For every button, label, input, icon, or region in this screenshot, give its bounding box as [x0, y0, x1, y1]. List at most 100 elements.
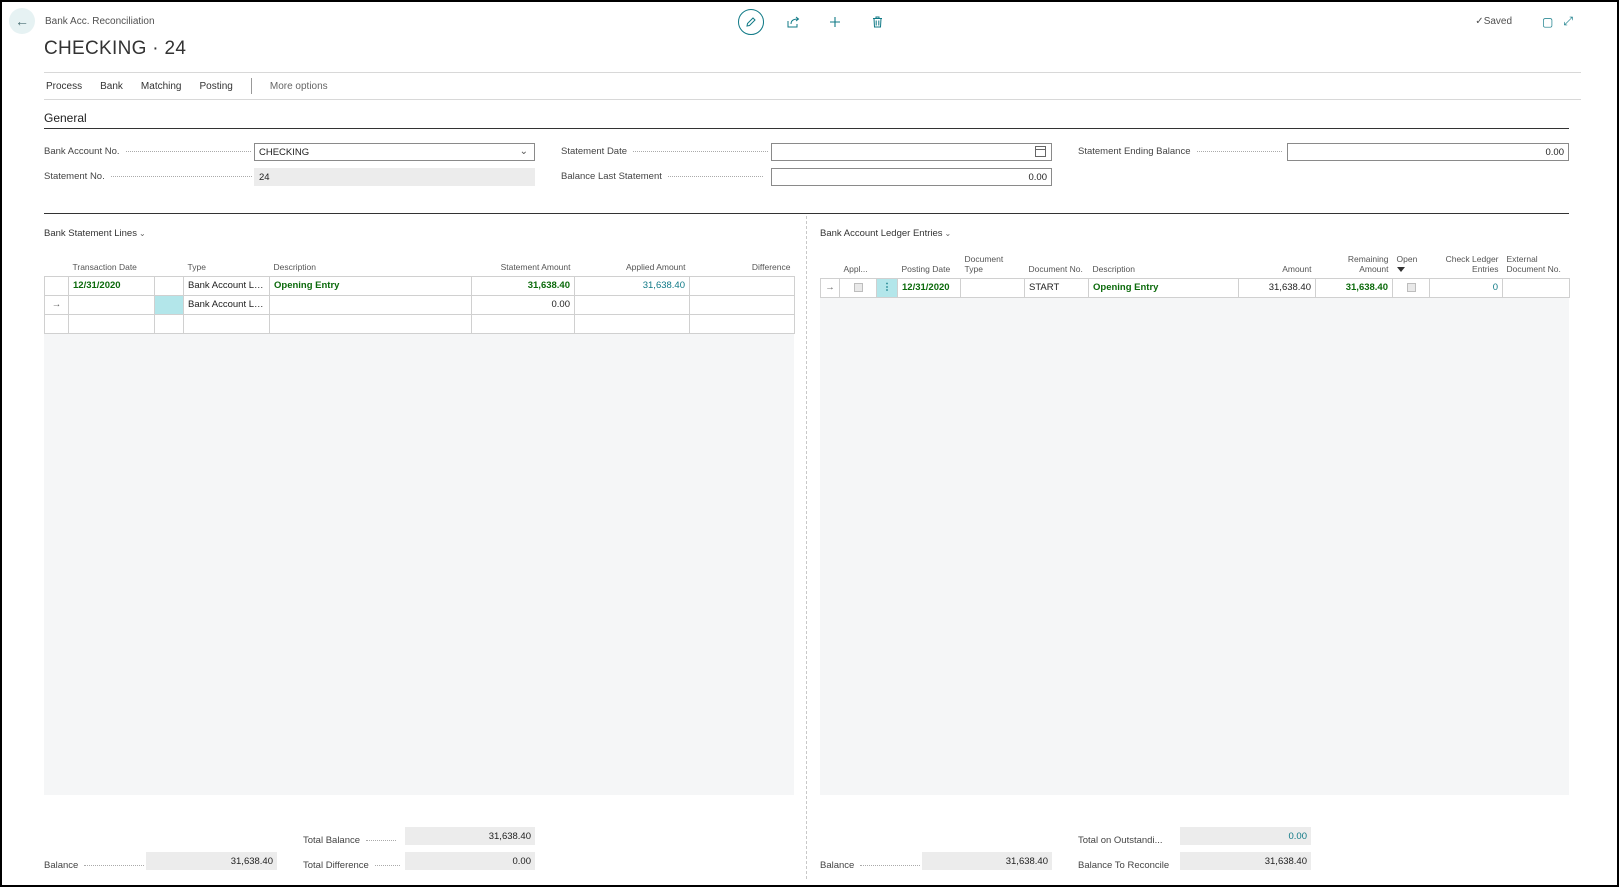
col-check-ledger-entries[interactable]: Check Ledger Entries — [1430, 234, 1503, 278]
total-difference-label: Total Difference — [303, 860, 400, 871]
balance-last-statement-input[interactable]: 0.00 — [771, 168, 1052, 186]
document-type-cell[interactable] — [960, 277, 1025, 298]
total-balance-label: Total Balance — [303, 835, 397, 846]
open-checkbox-cell[interactable] — [1392, 277, 1430, 298]
current-row-arrow-icon[interactable]: → — [44, 294, 69, 315]
applied-checkbox[interactable] — [853, 282, 863, 292]
balance-label: Balance — [44, 860, 145, 871]
action-process[interactable]: Process — [44, 81, 98, 92]
share-icon — [787, 16, 799, 28]
col-applied[interactable]: Appl... — [840, 234, 877, 278]
table-row-empty[interactable] — [44, 313, 795, 334]
external-document-no-cell[interactable] — [1502, 277, 1570, 298]
chevron-down-icon: ⌄ — [519, 146, 528, 157]
difference-cell[interactable] — [689, 294, 795, 315]
filter-icon — [1396, 266, 1405, 272]
current-row-arrow-icon[interactable]: → — [820, 277, 840, 298]
col-document-type[interactable]: Document Type — [961, 234, 1025, 278]
difference-cell[interactable] — [689, 275, 795, 296]
statement-ending-balance-input[interactable]: 0.00 — [1287, 143, 1569, 161]
chevron-down-icon: ⌄ — [138, 229, 146, 238]
statement-amount-cell[interactable]: 31,638.40 — [471, 275, 575, 296]
bank-statement-lines-background — [44, 278, 794, 795]
check-ledger-entries-cell[interactable]: 0 — [1429, 277, 1503, 298]
collapse-icon[interactable]: ⤢ — [1563, 14, 1573, 29]
ledger-entries-background — [820, 278, 1569, 795]
col-remaining-amount[interactable]: Remaining Amount — [1316, 234, 1393, 278]
description-cell[interactable] — [269, 294, 472, 315]
statement-ending-balance-label: Statement Ending Balance — [1078, 146, 1282, 157]
calendar-icon[interactable] — [1035, 146, 1046, 157]
toolbar — [738, 9, 890, 35]
balance-to-reconcile-value: 31,638.40 — [1180, 852, 1311, 870]
remaining-amount-cell[interactable]: 31,638.40 — [1315, 277, 1393, 298]
transaction-date-cell[interactable]: 12/31/2020 — [68, 275, 155, 296]
action-bank[interactable]: Bank — [98, 81, 139, 92]
action-posting[interactable]: Posting — [198, 81, 249, 92]
col-transaction-date[interactable]: Transaction Date — [69, 244, 155, 276]
col-statement-amount[interactable]: Statement Amount — [472, 244, 575, 276]
bank-statement-lines-title[interactable]: Bank Statement Lines ⌄ — [44, 228, 146, 239]
action-more-options[interactable]: More options — [268, 81, 344, 92]
col-description[interactable]: Description — [270, 244, 472, 276]
col-document-no[interactable]: Document No. — [1025, 234, 1089, 278]
delete-button[interactable] — [864, 9, 890, 35]
applied-amount-cell[interactable] — [574, 294, 690, 315]
table-row[interactable]: → ⋮ 12/31/2020 START Opening Entry 31,63… — [820, 277, 1570, 298]
grid-header-row: Transaction Date Type Description Statem… — [45, 244, 795, 276]
open-in-new-window-icon[interactable]: ▢ — [1542, 15, 1553, 29]
applied-amount-cell[interactable]: 31,638.40 — [574, 275, 690, 296]
general-section-divider — [44, 128, 1569, 129]
open-checkbox — [1406, 282, 1416, 292]
action-matching[interactable]: Matching — [139, 81, 198, 92]
description-cell[interactable]: Opening Entry — [269, 275, 472, 296]
ledger-entries-grid: Appl... Posting Date Document Type Docum… — [820, 234, 1570, 298]
table-row[interactable]: → Bank Account Le... 0.00 — [44, 294, 795, 315]
total-difference-value: 0.00 — [405, 852, 535, 870]
top-right-area: ✓Saved ▢ ⤢ — [1475, 14, 1573, 29]
col-description[interactable]: Description — [1089, 234, 1239, 278]
ledger-balance-label: Balance — [820, 860, 921, 871]
col-amount[interactable]: Amount — [1239, 234, 1316, 278]
app-window: ← Bank Acc. Reconciliation CHECKING · 24… — [0, 0, 1619, 887]
type-cell[interactable]: Bank Account Le... — [183, 294, 270, 315]
row-actions-menu-icon[interactable]: ⋮ — [876, 277, 898, 298]
row-indicator[interactable] — [44, 275, 69, 296]
general-bottom-divider — [44, 213, 1569, 214]
type-cell[interactable]: Bank Account Le... — [183, 275, 270, 296]
statement-no-label: Statement No. — [44, 171, 252, 182]
balance-to-reconcile-label: Balance To Reconcile — [1078, 860, 1170, 871]
row-menu-cell[interactable] — [154, 294, 184, 315]
col-external-document-no[interactable]: External Document No. — [1503, 234, 1570, 278]
col-type[interactable]: Type — [184, 244, 270, 276]
total-on-outstanding-label: Total on Outstandi... — [1078, 835, 1163, 846]
document-no-cell[interactable]: START — [1024, 277, 1089, 298]
share-button[interactable] — [780, 9, 806, 35]
statement-date-input[interactable] — [771, 143, 1052, 161]
parts-splitter[interactable] — [806, 216, 807, 879]
bank-statement-lines-grid: Transaction Date Type Description Statem… — [44, 244, 795, 334]
col-posting-date[interactable]: Posting Date — [898, 234, 961, 278]
saved-status: ✓Saved — [1475, 16, 1513, 27]
new-button[interactable] — [822, 9, 848, 35]
back-button[interactable]: ← — [9, 8, 35, 34]
edit-button[interactable] — [738, 9, 764, 35]
row-menu-cell[interactable] — [154, 275, 184, 296]
transaction-date-cell[interactable] — [68, 294, 155, 315]
col-difference[interactable]: Difference — [690, 244, 795, 276]
applied-checkbox-cell[interactable] — [839, 277, 877, 298]
bank-account-no-select[interactable]: CHECKING ⌄ — [254, 143, 535, 161]
grid-header-row: Appl... Posting Date Document Type Docum… — [821, 234, 1570, 278]
description-cell[interactable]: Opening Entry — [1088, 277, 1239, 298]
posting-date-cell[interactable]: 12/31/2020 — [897, 277, 961, 298]
balance-value: 31,638.40 — [146, 852, 277, 870]
table-row[interactable]: 12/31/2020 Bank Account Le... Opening En… — [44, 275, 795, 296]
total-on-outstanding-value[interactable]: 0.00 — [1180, 827, 1311, 845]
col-open[interactable]: Open — [1393, 234, 1430, 278]
amount-cell[interactable]: 31,638.40 — [1238, 277, 1316, 298]
edit-icon — [746, 17, 756, 27]
col-applied-amount[interactable]: Applied Amount — [575, 244, 690, 276]
statement-amount-cell[interactable]: 0.00 — [471, 294, 575, 315]
general-section-title[interactable]: General — [44, 111, 87, 125]
statement-no-field: 24 — [254, 168, 535, 186]
